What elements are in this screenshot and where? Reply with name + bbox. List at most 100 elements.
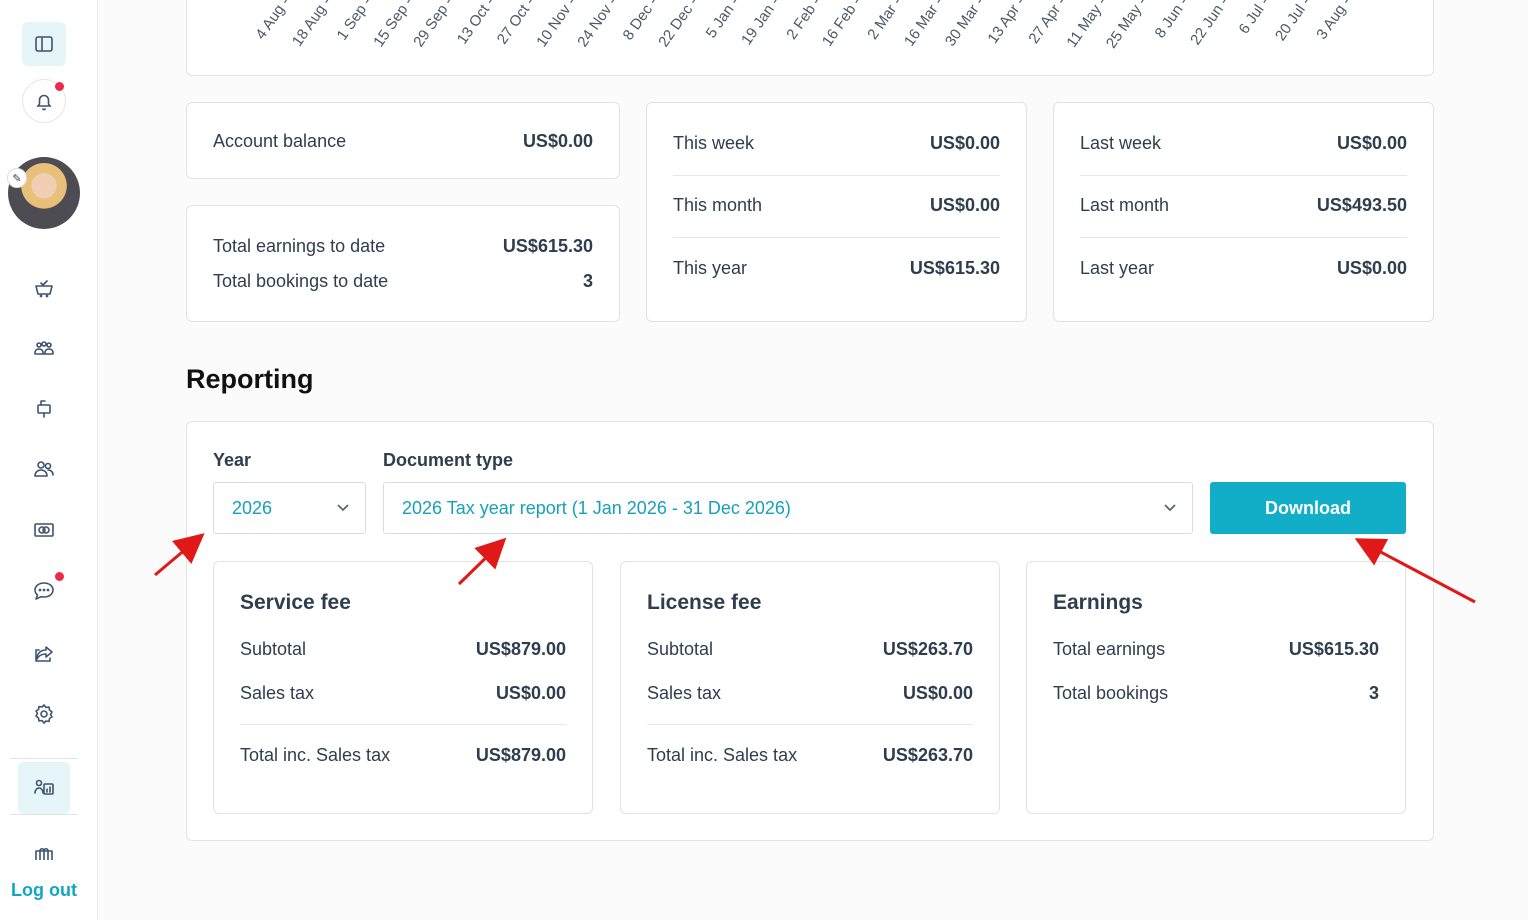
x-tick-label: 24 Nov - <box>573 0 621 51</box>
gift-icon[interactable] <box>22 836 66 860</box>
subtotal-label: Subtotal <box>647 639 714 659</box>
total-earnings-value: US$615.30 <box>502 236 593 256</box>
divider <box>1080 237 1407 238</box>
dashboard-icon[interactable] <box>18 762 70 814</box>
total-bookings-value: 3 <box>582 271 593 291</box>
x-tick-label: 13 Oct - <box>453 0 498 48</box>
account-balance-label: Account balance <box>213 131 347 151</box>
total-inc-tax-value: US$263.70 <box>882 745 973 765</box>
sidebar-toggle-icon[interactable] <box>22 22 66 66</box>
this-week-label: This week <box>673 133 755 153</box>
sidebar-divider <box>10 758 78 759</box>
chat-notification-dot <box>55 572 64 581</box>
divider <box>647 724 973 725</box>
divider <box>240 724 566 725</box>
divider <box>1080 175 1407 176</box>
this-year-value: US$615.30 <box>909 258 1000 278</box>
x-tick-label: 15 Sep - <box>369 0 417 51</box>
group-icon[interactable] <box>22 326 66 370</box>
x-tick-label: 3 Aug - <box>1313 0 1355 43</box>
settings-icon[interactable] <box>22 692 66 736</box>
total-inc-tax-label: Total inc. Sales tax <box>240 745 391 765</box>
last-year-label: Last year <box>1080 258 1155 278</box>
last-week-value: US$0.00 <box>1336 133 1407 153</box>
x-tick-label: 13 Apr - <box>984 0 1029 47</box>
reporting-title: Reporting <box>186 364 314 394</box>
sales-tax-value: US$0.00 <box>902 683 973 703</box>
service-fee-title: Service fee <box>240 591 351 614</box>
last-month-value: US$493.50 <box>1316 195 1407 215</box>
year-label: Year <box>213 450 252 470</box>
x-tick-label: 18 Aug - <box>288 0 335 50</box>
share-icon[interactable] <box>22 632 66 676</box>
account-balance-value: US$0.00 <box>522 131 593 151</box>
x-tick-label: 20 Jul - <box>1271 0 1314 45</box>
x-tick-label: 22 Jun - <box>1187 0 1233 49</box>
x-tick-label: 2 Feb - <box>783 0 825 43</box>
x-tick-label: 22 Dec - <box>655 0 702 51</box>
last-year-value: US$0.00 <box>1336 258 1407 278</box>
total-earnings-label: Total earnings <box>1053 639 1166 659</box>
last-month-label: Last month <box>1080 195 1170 215</box>
x-tick-label: 5 Jan - <box>702 0 743 42</box>
document-type-select[interactable]: 2026 Tax year report (1 Jan 2026 - 31 De… <box>383 482 1193 534</box>
x-tick-label: 29 Sep - <box>410 0 458 51</box>
x-tick-label: 4 Aug - <box>252 0 294 43</box>
earnings-title: Earnings <box>1053 591 1143 614</box>
sales-tax-value: US$0.00 <box>495 683 566 703</box>
x-tick-label: 16 Mar - <box>900 0 947 50</box>
this-year-label: This year <box>673 258 748 278</box>
subtotal-value: US$879.00 <box>475 639 566 659</box>
x-tick-label: 30 Mar - <box>941 0 988 50</box>
total-bookings-label: Total bookings <box>1053 683 1169 703</box>
edit-avatar-icon[interactable]: ✎ <box>7 168 27 188</box>
x-tick-label: 10 Nov - <box>533 0 580 51</box>
license-fee-card: License fee Subtotal US$263.70 Sales tax… <box>620 561 1000 814</box>
document-type-label: Document type <box>383 450 514 470</box>
divider <box>673 237 1000 238</box>
this-month-value: US$0.00 <box>929 195 1000 215</box>
totals-card: Total earnings to date US$615.30 Total b… <box>186 205 620 322</box>
year-select-value: 2026 <box>232 497 273 518</box>
sidebar-divider <box>10 814 78 815</box>
chevron-down-icon <box>335 499 351 515</box>
previous-period-card: Last week US$0.00 Last month US$493.50 L… <box>1053 102 1434 322</box>
total-earnings-value: US$615.30 <box>1288 639 1379 659</box>
x-tick-label: 2 Mar - <box>864 0 906 43</box>
divider <box>673 175 1000 176</box>
x-tick-label: 19 Jan - <box>738 0 784 49</box>
chevron-down-icon <box>1162 499 1178 515</box>
this-month-label: This month <box>673 195 763 215</box>
sidebar: ✎ Log out <box>0 0 98 920</box>
x-tick-label: 8 Jun - <box>1151 0 1192 42</box>
total-earnings-label: Total earnings to date <box>213 236 386 256</box>
users-icon[interactable] <box>22 447 66 491</box>
current-period-card: This week US$0.00 This month US$0.00 Thi… <box>646 102 1027 322</box>
sales-tax-label: Sales tax <box>647 683 722 703</box>
notification-dot <box>55 82 64 91</box>
document-type-value: 2026 Tax year report (1 Jan 2026 - 31 De… <box>402 497 791 518</box>
license-fee-title: License fee <box>647 591 762 614</box>
total-inc-tax-label: Total inc. Sales tax <box>647 745 798 765</box>
subtotal-value: US$263.70 <box>882 639 973 659</box>
x-tick-label: 25 May - <box>1103 0 1151 52</box>
earnings-chart: 4 Aug -18 Aug -1 Sep -15 Sep -29 Sep -13… <box>186 0 1434 76</box>
x-tick-label: 11 May - <box>1063 0 1110 51</box>
subtotal-label: Subtotal <box>240 639 307 659</box>
banknote-icon[interactable] <box>22 508 66 552</box>
basket-icon[interactable] <box>22 266 66 310</box>
earnings-card: Earnings Total earnings US$615.30 Total … <box>1026 561 1406 814</box>
account-balance-card: Account balance US$0.00 <box>186 102 620 179</box>
mailbox-icon[interactable] <box>22 386 66 430</box>
service-fee-card: Service fee Subtotal US$879.00 Sales tax… <box>213 561 593 814</box>
logout-link[interactable]: Log out <box>0 880 88 901</box>
download-button[interactable]: Download <box>1210 482 1406 534</box>
x-tick-label: 8 Dec - <box>619 0 662 44</box>
last-week-label: Last week <box>1080 133 1162 153</box>
year-select[interactable]: 2026 <box>213 482 366 534</box>
total-bookings-label: Total bookings to date <box>213 271 389 291</box>
total-bookings-value: 3 <box>1368 683 1379 703</box>
x-tick-label: 1 Sep - <box>333 0 376 44</box>
this-week-value: US$0.00 <box>929 133 1000 153</box>
x-tick-label: 16 Feb - <box>819 0 866 50</box>
